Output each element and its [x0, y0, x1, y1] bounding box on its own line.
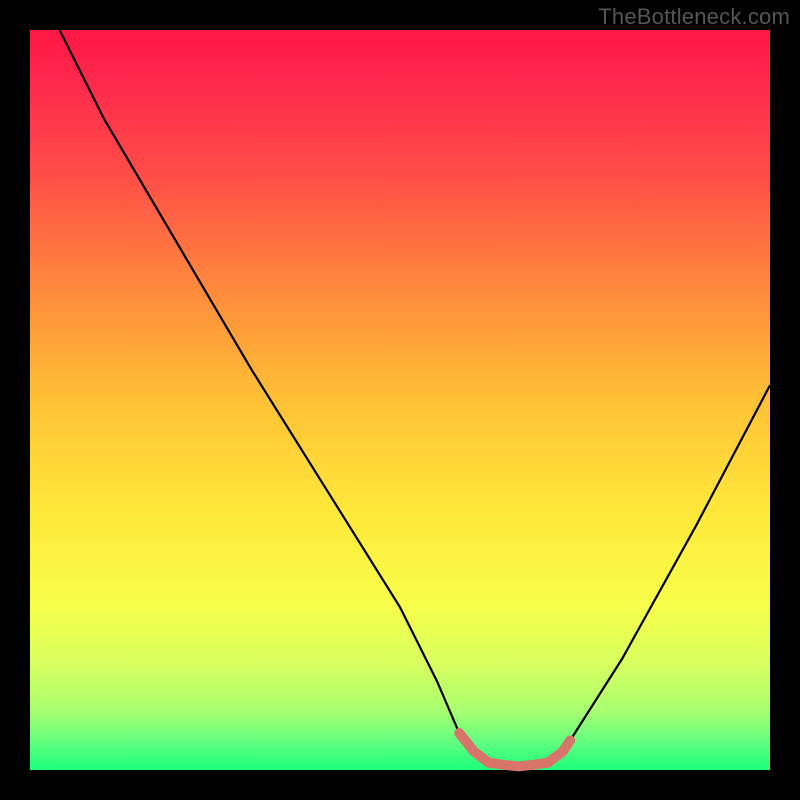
plot-background [30, 30, 770, 770]
watermark-text: TheBottleneck.com [598, 4, 790, 30]
bottleneck-chart [0, 0, 800, 800]
chart-container: TheBottleneck.com [0, 0, 800, 800]
